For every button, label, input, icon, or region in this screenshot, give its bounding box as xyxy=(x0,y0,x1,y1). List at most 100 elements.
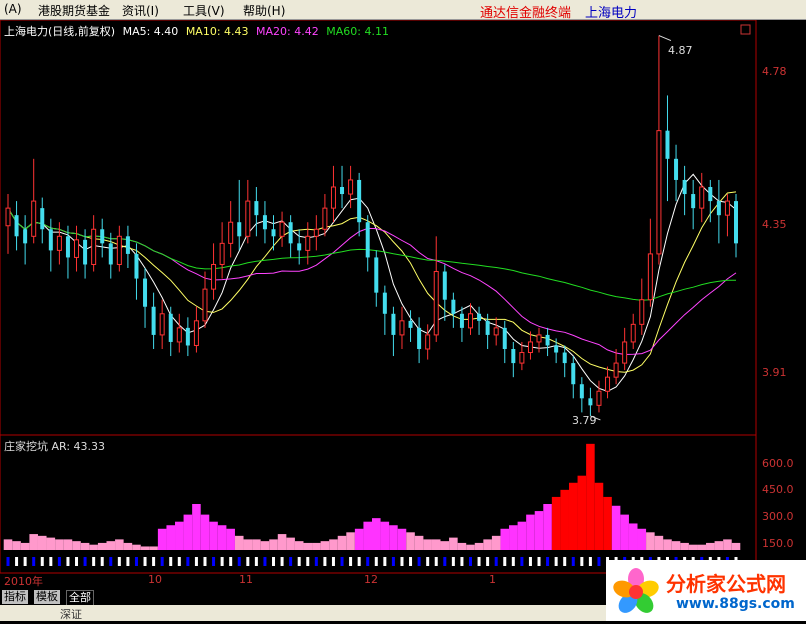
candle-body-up xyxy=(699,186,705,209)
candle-body-up xyxy=(305,235,311,251)
candle-body-down xyxy=(254,201,259,216)
ar-bar xyxy=(106,541,116,550)
menu-item-a[interactable]: (A) xyxy=(4,2,22,16)
candle-body-down xyxy=(23,229,28,244)
candle-body-up xyxy=(193,320,199,346)
ar-bar xyxy=(149,546,158,550)
ar-bar xyxy=(517,521,527,550)
ar-bar xyxy=(663,539,672,550)
candle-body-down xyxy=(168,313,173,342)
signal-tick xyxy=(323,557,327,566)
candle-body-down xyxy=(554,345,559,353)
ar-bar xyxy=(431,539,441,550)
signal-tick xyxy=(203,557,207,566)
price-tick-391: 3.91 xyxy=(762,366,787,379)
menu-item-hk-futures[interactable]: 港股期货基金 xyxy=(38,2,110,19)
signal-tick xyxy=(417,557,421,566)
candle-body-down xyxy=(48,229,53,251)
tab-indicator[interactable]: 指标 xyxy=(2,590,28,604)
candle-body-down xyxy=(134,253,139,279)
ma5-label: MA5: 4.40 xyxy=(122,25,179,38)
ar-bar xyxy=(620,514,629,550)
signal-tick xyxy=(169,557,173,566)
ar-bar xyxy=(543,504,552,550)
ar-bar xyxy=(526,514,535,550)
ar-bar xyxy=(406,532,415,550)
ar-bar xyxy=(3,539,13,550)
signal-tick xyxy=(460,557,464,566)
candle-body-up xyxy=(245,200,251,237)
tab-template[interactable]: 模板 xyxy=(34,590,60,604)
ma60-label: MA60: 4.11 xyxy=(326,25,389,38)
candle-body-up xyxy=(202,288,208,322)
candle-body-down xyxy=(716,201,721,216)
candle-body-down xyxy=(237,222,242,237)
ar-bar xyxy=(577,475,587,550)
candle-body-down xyxy=(562,352,567,364)
signal-tick xyxy=(194,557,198,566)
date-label-12: 12 xyxy=(364,573,378,586)
logo-url: www.88gs.com xyxy=(676,596,795,612)
signal-tick xyxy=(177,557,181,566)
candle-body-down xyxy=(297,243,302,251)
date-label-10: 10 xyxy=(148,573,162,586)
candle-body-down xyxy=(511,349,516,364)
signal-tick xyxy=(280,557,284,566)
candle-body-up xyxy=(613,362,619,378)
candle-body-down xyxy=(357,179,362,223)
ar-bar xyxy=(346,532,355,550)
candle-body-up xyxy=(519,352,525,364)
signal-tick xyxy=(297,557,301,566)
ar-bar xyxy=(320,541,330,550)
ar-bar xyxy=(474,542,484,550)
signal-tick xyxy=(186,557,190,566)
menu-item-info[interactable]: 资讯(I) xyxy=(122,2,159,19)
ar-bar xyxy=(372,518,381,550)
ar-bar xyxy=(200,514,210,550)
ar-bar xyxy=(89,544,98,550)
ar-bar xyxy=(234,535,244,550)
ar-bar xyxy=(603,496,612,550)
signal-tick xyxy=(83,557,87,566)
signal-tick xyxy=(237,557,241,566)
ar-bar xyxy=(132,544,141,550)
candle-body-up xyxy=(228,221,234,244)
candle-body-up xyxy=(159,313,165,336)
candle-body-down xyxy=(340,187,345,195)
signal-tick xyxy=(503,557,507,566)
signal-tick xyxy=(383,557,387,566)
ar-bar xyxy=(123,542,133,550)
candle-body-down xyxy=(185,327,190,346)
signal-tick xyxy=(331,557,335,566)
candle-body-down xyxy=(143,278,148,307)
ar-bar xyxy=(20,542,30,550)
ar-bar xyxy=(380,521,390,550)
menu-item-help[interactable]: 帮助(H) xyxy=(243,2,285,19)
candle-body-up xyxy=(605,376,611,392)
signal-tick xyxy=(366,557,370,566)
signal-tick xyxy=(357,557,361,566)
kline-chart[interactable] xyxy=(0,20,806,588)
signal-tick xyxy=(134,557,138,566)
candle-body-up xyxy=(211,263,217,290)
candle-body-down xyxy=(288,222,293,244)
signal-tick xyxy=(588,557,592,566)
ar-bar xyxy=(303,542,313,550)
date-label-11: 11 xyxy=(239,573,253,586)
chart-area[interactable] xyxy=(0,20,806,588)
menu-item-tools[interactable]: 工具(V) xyxy=(183,2,225,19)
candle-body-down xyxy=(382,292,387,314)
candle-body-up xyxy=(493,327,499,336)
ar-bar xyxy=(37,535,47,550)
signal-tick xyxy=(23,557,27,566)
menu-bar: (A) 港股期货基金 资讯(I) 工具(V) 帮助(H) 通达信金融终端 上海电… xyxy=(0,0,806,21)
candle-body-down xyxy=(477,313,482,321)
ar-bar xyxy=(414,535,424,550)
candle-body-down xyxy=(442,271,447,300)
signal-tick xyxy=(597,557,601,566)
candle-body-down xyxy=(459,313,464,328)
logo-title: 分析家公式网 xyxy=(666,572,786,596)
tab-all[interactable]: 全部 xyxy=(66,590,94,606)
ar-bar xyxy=(329,539,338,550)
signal-tick xyxy=(537,557,541,566)
